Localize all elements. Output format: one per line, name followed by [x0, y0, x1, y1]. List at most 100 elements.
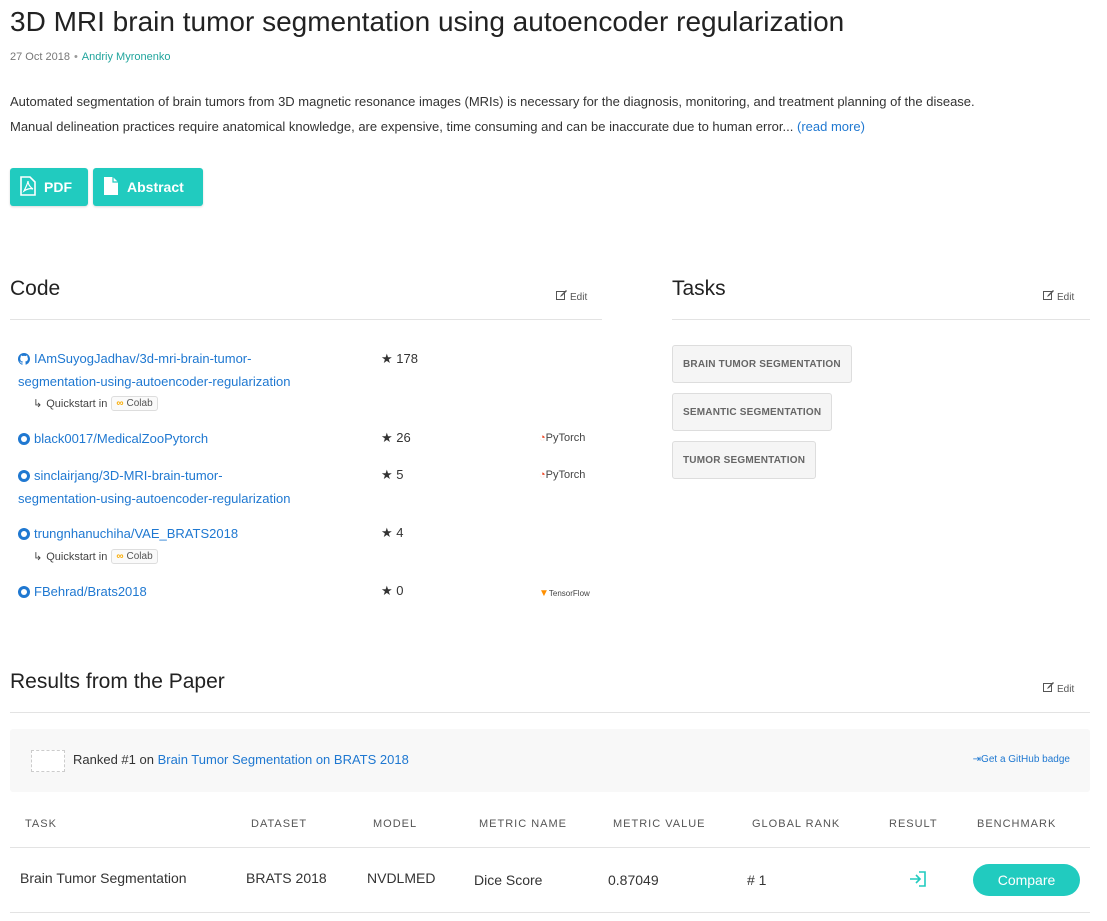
results-edit-label: Edit: [1057, 683, 1075, 695]
colab-icon: ∞: [116, 398, 124, 409]
task-chip-brain-tumor-segmentation[interactable]: BRAIN TUMOR SEGMENTATION: [672, 345, 852, 383]
code-heading: Code: [10, 277, 61, 300]
table-row-divider: [10, 912, 1090, 913]
edit-icon: [556, 290, 567, 304]
code-edit-button[interactable]: Edit: [556, 290, 587, 304]
task-chip-semantic-segmentation[interactable]: SEMANTIC SEGMENTATION: [672, 393, 833, 431]
arrow-turn-icon: ↳: [33, 551, 43, 563]
ranked-text: Ranked #1 on Brain Tumor Segmentation on…: [73, 752, 409, 767]
quickstart-1[interactable]: ↳ Quickstart in ∞ Colab: [33, 396, 158, 411]
star-icon: ★: [381, 583, 393, 598]
repo-link-1[interactable]: IAmSuyogJadhav/3d-mri-brain-tumor- segme…: [18, 348, 290, 392]
tasks-divider: [672, 319, 1090, 320]
star-icon: ★: [381, 351, 393, 366]
framework-tensorflow-5: ▼TensorFlow: [539, 588, 590, 599]
row-task: Brain Tumor Segmentation: [20, 870, 187, 886]
code-edit-label: Edit: [570, 291, 588, 303]
ranked-prefix: Ranked #1 on: [73, 752, 154, 767]
repo-stars-4: ★ 4: [381, 525, 404, 541]
code-divider: [10, 319, 602, 320]
abstract-line-2: Manual delineation practices require ana…: [10, 119, 794, 134]
abstract-line-1: Automated segmentation of brain tumors f…: [10, 94, 975, 109]
colab-label: Colab: [126, 398, 153, 409]
tasks-edit-label: Edit: [1057, 291, 1075, 303]
github-icon: [18, 583, 30, 604]
pytorch-icon: ◔: [539, 432, 546, 444]
repo-stars-value-5: 0: [396, 583, 404, 598]
pdf-icon: [20, 175, 36, 199]
colab-badge[interactable]: ∞ Colab: [111, 396, 158, 411]
sign-in-arrow-icon: ⇥: [972, 754, 982, 765]
framework-label-5: TensorFlow: [548, 589, 590, 598]
edit-icon: [1043, 290, 1054, 304]
framework-pytorch-2: ◔PyTorch: [539, 432, 585, 444]
framework-pytorch-3: ◔PyTorch: [539, 469, 585, 481]
github-icon: [18, 350, 30, 371]
repo-stars-value-2: 26: [396, 430, 411, 445]
github-badge-link[interactable]: ⇥Get a GitHub badge: [973, 754, 1070, 765]
col-header-result: RESULT: [889, 818, 938, 830]
star-icon: ★: [381, 430, 393, 445]
results-edit-button[interactable]: Edit: [1043, 682, 1074, 696]
repo-name-3a: sinclairjang/3D-MRI-brain-tumor-: [34, 468, 223, 483]
abstract-button[interactable]: Abstract: [93, 168, 203, 206]
repo-link-5[interactable]: FBehrad/Brats2018: [18, 581, 147, 604]
repo-name-4: trungnhanuchiha/VAE_BRATS2018: [34, 526, 239, 541]
ranked-benchmark-link[interactable]: Brain Tumor Segmentation on BRATS 2018: [158, 752, 409, 767]
repo-name-1b: segmentation-using-autoencoder-regulariz…: [18, 374, 291, 389]
col-header-metric-name: METRIC NAME: [479, 818, 567, 830]
paper-meta: 27 Oct 2018 • Andriy Myronenko: [10, 51, 170, 63]
col-header-dataset: DATASET: [251, 818, 308, 830]
paper-abstract: Automated segmentation of brain tumors f…: [10, 89, 1090, 139]
repo-stars-value-1: 178: [396, 351, 418, 366]
abstract-button-label: Abstract: [127, 179, 184, 195]
repo-link-3[interactable]: sinclairjang/3D-MRI-brain-tumor- segment…: [18, 465, 290, 509]
github-icon: [18, 467, 30, 488]
col-header-model: MODEL: [373, 818, 418, 830]
paper-author-link[interactable]: Andriy Myronenko: [82, 51, 171, 63]
document-icon: [103, 176, 119, 199]
colab-icon: ∞: [116, 551, 124, 562]
col-header-benchmark: BENCHMARK: [977, 818, 1057, 830]
github-badge-label: Get a GitHub badge: [981, 754, 1070, 765]
repo-name-5: FBehrad/Brats2018: [34, 584, 147, 599]
framework-label-3: PyTorch: [545, 469, 586, 481]
github-icon: [18, 525, 30, 546]
quickstart-4[interactable]: ↳ Quickstart in ∞ Colab: [33, 549, 158, 564]
star-icon: ★: [381, 525, 393, 540]
row-metric-name: Dice Score: [474, 872, 543, 888]
repo-stars-value-4: 4: [396, 525, 404, 540]
results-heading: Results from the Paper: [10, 670, 225, 693]
quickstart-label: Quickstart in: [46, 550, 108, 563]
task-chip-tumor-segmentation[interactable]: TUMOR SEGMENTATION: [672, 441, 817, 479]
meta-separator-dot: •: [73, 51, 78, 63]
compare-button[interactable]: Compare: [973, 864, 1080, 896]
tasks-edit-button[interactable]: Edit: [1043, 290, 1074, 304]
results-divider: [10, 712, 1090, 713]
edit-icon: [1043, 682, 1054, 696]
quickstart-label: Quickstart in: [46, 397, 108, 410]
row-global-rank: # 1: [747, 872, 767, 888]
repo-link-4[interactable]: trungnhanuchiha/VAE_BRATS2018: [18, 523, 238, 546]
colab-label: Colab: [126, 551, 153, 562]
pytorch-icon: ◔: [539, 469, 546, 481]
framework-label-2: PyTorch: [545, 432, 586, 444]
result-sign-in-icon[interactable]: [909, 871, 927, 892]
paper-title: 3D MRI brain tumor segmentation using au…: [10, 6, 845, 37]
colab-badge[interactable]: ∞ Colab: [111, 549, 158, 564]
repo-stars-3: ★ 5: [381, 467, 404, 483]
benchmark-thumbnail-image: [31, 750, 65, 772]
pdf-button-label: PDF: [44, 179, 72, 195]
pdf-button[interactable]: PDF: [10, 168, 88, 206]
github-icon: [18, 430, 30, 451]
row-dataset: BRATS 2018: [246, 870, 327, 886]
row-metric-value: 0.87049: [608, 872, 659, 888]
arrow-turn-icon: ↳: [33, 398, 43, 410]
repo-name-2: black0017/MedicalZooPytorch: [34, 431, 209, 446]
read-more-link[interactable]: (read more): [797, 119, 865, 134]
repo-link-2[interactable]: black0017/MedicalZooPytorch: [18, 428, 208, 451]
paper-date: 27 Oct 2018: [10, 51, 70, 63]
repo-name-1a: IAmSuyogJadhav/3d-mri-brain-tumor-: [34, 351, 252, 366]
repo-stars-value-3: 5: [396, 467, 404, 482]
tensorflow-icon: ▼: [539, 588, 549, 599]
